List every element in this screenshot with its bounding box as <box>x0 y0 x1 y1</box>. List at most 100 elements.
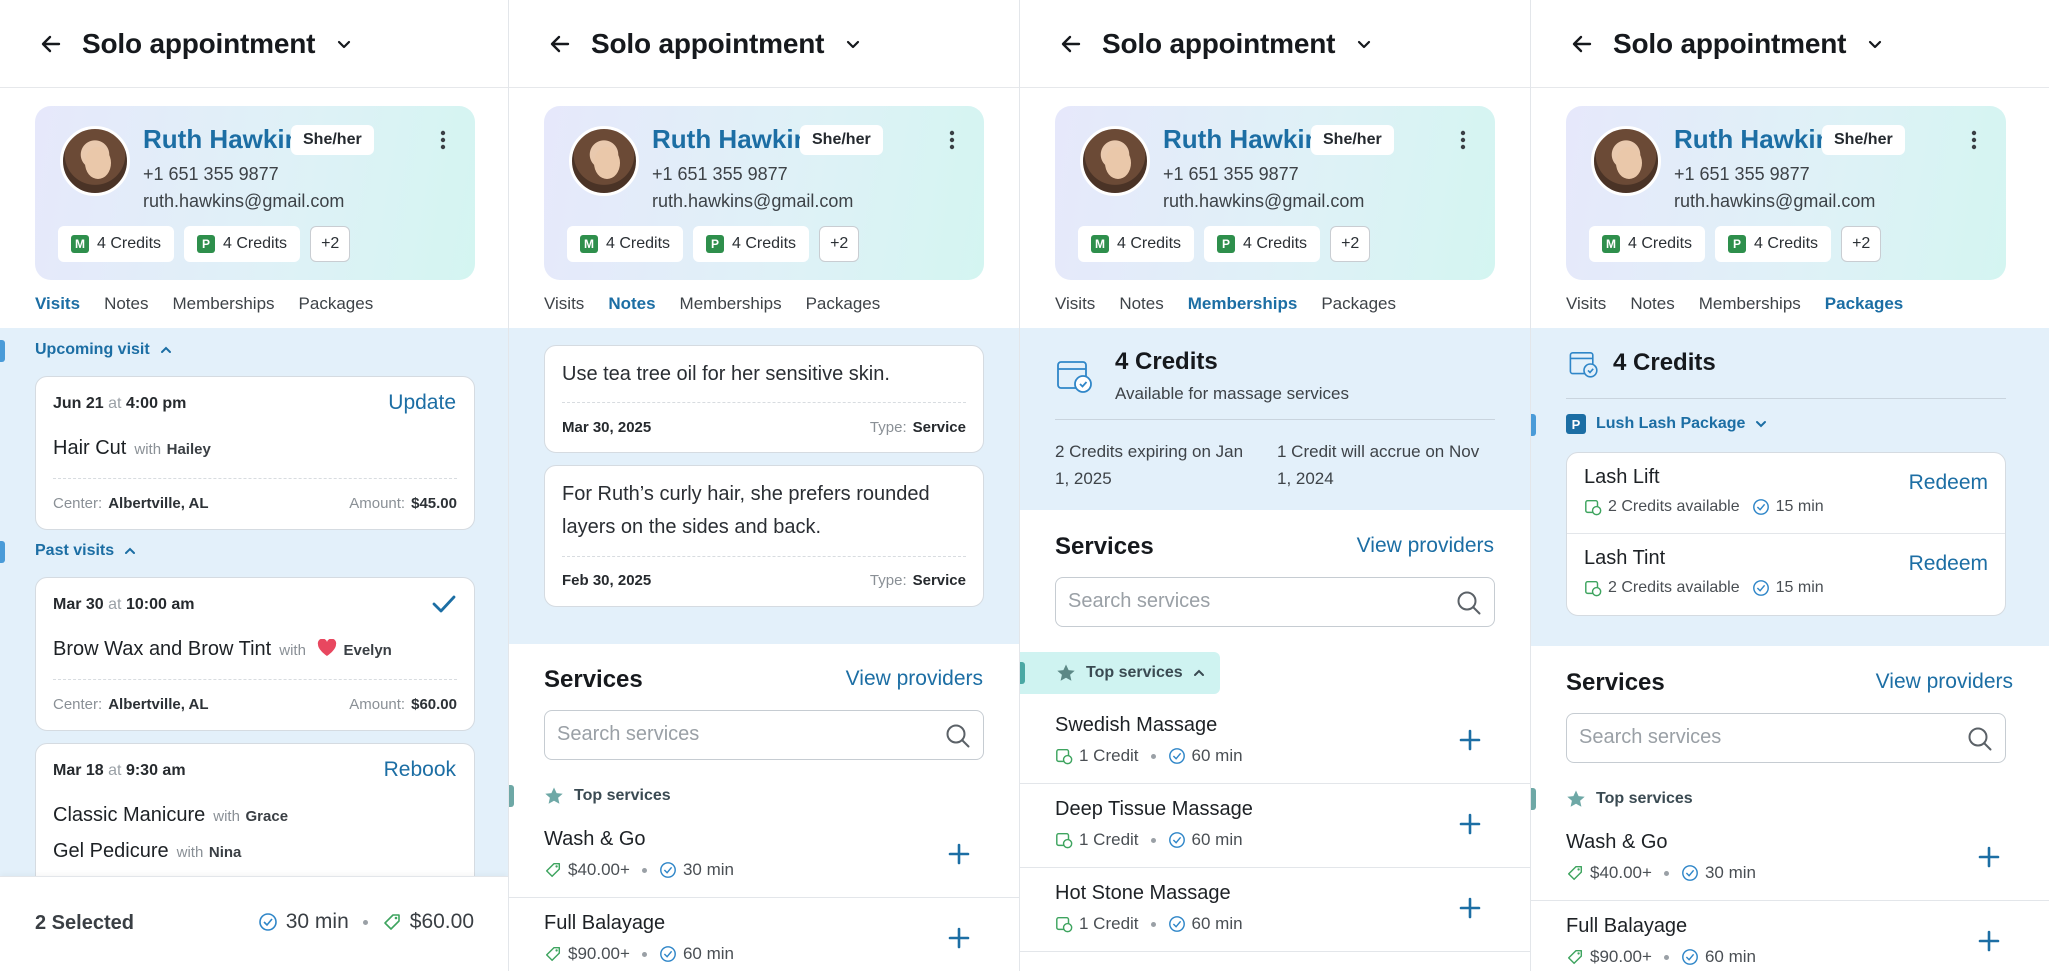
tab-visits[interactable]: Visits <box>1566 288 1606 328</box>
more-vertical-icon[interactable] <box>1964 128 1984 152</box>
package-service-row[interactable]: Lash Tint 2 Credits available 15 min Red… <box>1567 534 2005 615</box>
client-name[interactable]: Ruth Hawkins <box>143 124 315 155</box>
update-button[interactable]: Update <box>388 391 456 415</box>
membership-badge-icon: M <box>1091 235 1109 253</box>
package-credit-chip[interactable]: P4 Credits <box>1204 226 1321 262</box>
tab-memberships[interactable]: Memberships <box>1179 288 1307 336</box>
tab-bar: Visits Notes Memberships Packages <box>509 288 904 336</box>
package-credit-chip[interactable]: P4 Credits <box>693 226 810 262</box>
client-name[interactable]: Ruth Hawkins <box>652 124 824 155</box>
more-chips-button[interactable]: +2 <box>1841 226 1882 262</box>
tab-memberships[interactable]: Memberships <box>172 288 274 328</box>
chevron-down-icon[interactable] <box>1351 31 1377 57</box>
add-icon[interactable] <box>947 926 971 950</box>
search-input[interactable]: Search services <box>1566 713 2006 763</box>
service-row[interactable]: Wash & Go $40.00+ 30 min <box>509 814 1019 898</box>
service-row[interactable]: Full Balayage $90.00+ 60 min <box>509 898 1019 971</box>
back-arrow-icon[interactable] <box>1567 29 1597 59</box>
chevron-up-icon <box>125 547 136 554</box>
more-vertical-icon[interactable] <box>433 128 453 152</box>
divider <box>53 679 457 680</box>
back-arrow-icon[interactable] <box>36 29 66 59</box>
package-credit-chip[interactable]: P4 Credits <box>184 226 301 262</box>
avatar <box>1591 126 1661 196</box>
rebook-button[interactable]: Rebook <box>384 758 456 782</box>
package-credit-chip[interactable]: P4 Credits <box>1715 226 1832 262</box>
credits-icon <box>1569 352 1598 378</box>
tab-notes[interactable]: Notes <box>104 288 148 328</box>
tab-packages[interactable]: Packages <box>806 288 881 328</box>
tab-packages[interactable]: Packages <box>1321 288 1396 328</box>
tab-visits[interactable]: Visits <box>1055 288 1095 328</box>
services-heading: Services <box>1566 669 1665 696</box>
membership-credit-chip[interactable]: M4 Credits <box>1589 226 1706 262</box>
tab-notes[interactable]: Notes <box>600 288 666 336</box>
back-arrow-icon[interactable] <box>545 29 575 59</box>
search-input[interactable]: Search services <box>544 710 984 760</box>
more-chips-button[interactable]: +2 <box>310 226 351 262</box>
visit-date: Mar 18 at 9:30 am <box>53 762 186 779</box>
service-row[interactable]: Wash & Go $40.00+ 30 min <box>1531 817 2049 901</box>
past-visit-card[interactable]: Mar 30 at 10:00 am Brow Wax and Brow Tin… <box>35 577 475 731</box>
service-row[interactable]: Hot Stone Massage 1 Credit 60 min <box>1020 868 1530 952</box>
service-row[interactable]: Swedish Massage 1 Credit 60 min <box>1020 700 1530 784</box>
note-card[interactable]: For Ruth’s curly hair, she prefers round… <box>544 465 984 607</box>
note-card[interactable]: Use tea tree oil for her sensitive skin.… <box>544 345 984 453</box>
tab-packages[interactable]: Packages <box>1816 288 1914 336</box>
search-input[interactable]: Search services <box>1055 577 1495 627</box>
add-icon[interactable] <box>1977 845 2001 869</box>
credit-icon <box>1056 832 1073 849</box>
chevron-down-icon[interactable] <box>331 31 357 57</box>
page-title: Solo appointment <box>1102 27 1336 59</box>
package-service-row[interactable]: Lash Lift 2 Credits available 15 min Red… <box>1567 453 2005 534</box>
tab-memberships[interactable]: Memberships <box>1699 288 1801 328</box>
selected-count: 2 Selected <box>35 912 134 934</box>
screen-packages: Solo appointment Ruth Hawkins She/her +1… <box>1531 0 2049 971</box>
star-icon <box>1057 664 1075 681</box>
redeem-button[interactable]: Redeem <box>1909 471 1988 495</box>
credit-icon <box>1056 916 1073 933</box>
client-name[interactable]: Ruth Hawkins <box>1163 124 1335 155</box>
tab-memberships[interactable]: Memberships <box>680 288 782 328</box>
add-icon[interactable] <box>1458 728 1482 752</box>
tab-notes[interactable]: Notes <box>1119 288 1163 328</box>
more-vertical-icon[interactable] <box>1453 128 1473 152</box>
chevron-down-icon[interactable] <box>1862 31 1888 57</box>
view-providers-link[interactable]: View providers <box>846 667 983 691</box>
membership-credit-chip[interactable]: M4 Credits <box>1078 226 1195 262</box>
visit-service: Classic Manicure with Grace <box>53 804 289 826</box>
tab-visits[interactable]: Visits <box>544 288 584 328</box>
upcoming-visit-toggle[interactable]: Upcoming visit <box>35 341 172 359</box>
service-row[interactable]: Deep Tissue Massage 1 Credit 60 min <box>1020 784 1530 868</box>
more-chips-button[interactable]: +2 <box>819 226 860 262</box>
more-vertical-icon[interactable] <box>942 128 962 152</box>
redeem-button[interactable]: Redeem <box>1909 552 1988 576</box>
tab-notes[interactable]: Notes <box>1630 288 1674 328</box>
checkmark-icon[interactable] <box>432 594 456 620</box>
client-name[interactable]: Ruth Hawkins <box>1674 124 1846 155</box>
past-visits-toggle[interactable]: Past visits <box>35 542 136 560</box>
package-panel: 4 Credits P Lush Lash Package Lash Lift … <box>1531 328 2049 646</box>
add-icon[interactable] <box>1458 896 1482 920</box>
top-services-toggle[interactable]: Top services <box>1020 652 1220 694</box>
chevron-down-icon[interactable] <box>840 31 866 57</box>
more-chips-button[interactable]: +2 <box>1330 226 1371 262</box>
add-icon[interactable] <box>1977 929 2001 953</box>
upcoming-visit-card[interactable]: Jun 21 at 4:00 pm Update Hair Cut with Ha… <box>35 376 475 530</box>
add-icon[interactable] <box>1458 812 1482 836</box>
tab-packages[interactable]: Packages <box>299 288 374 328</box>
credit-icon <box>1585 580 1602 597</box>
membership-credit-chip[interactable]: M4 Credits <box>58 226 175 262</box>
view-providers-link[interactable]: View providers <box>1357 534 1494 558</box>
membership-credit-chip[interactable]: M4 Credits <box>567 226 684 262</box>
add-icon[interactable] <box>947 842 971 866</box>
search-icon <box>1968 727 1992 751</box>
client-email: ruth.hawkins@gmail.com <box>1163 191 1365 211</box>
top-services-label: Top services <box>1566 789 1693 809</box>
service-row[interactable]: Full Balayage $90.00+ 60 min <box>1531 901 2049 971</box>
package-toggle[interactable]: P Lush Lash Package <box>1566 414 1767 434</box>
view-providers-link[interactable]: View providers <box>1876 670 2013 694</box>
section-marker <box>1531 414 1536 436</box>
back-arrow-icon[interactable] <box>1056 29 1086 59</box>
tab-visits[interactable]: Visits <box>26 288 91 336</box>
